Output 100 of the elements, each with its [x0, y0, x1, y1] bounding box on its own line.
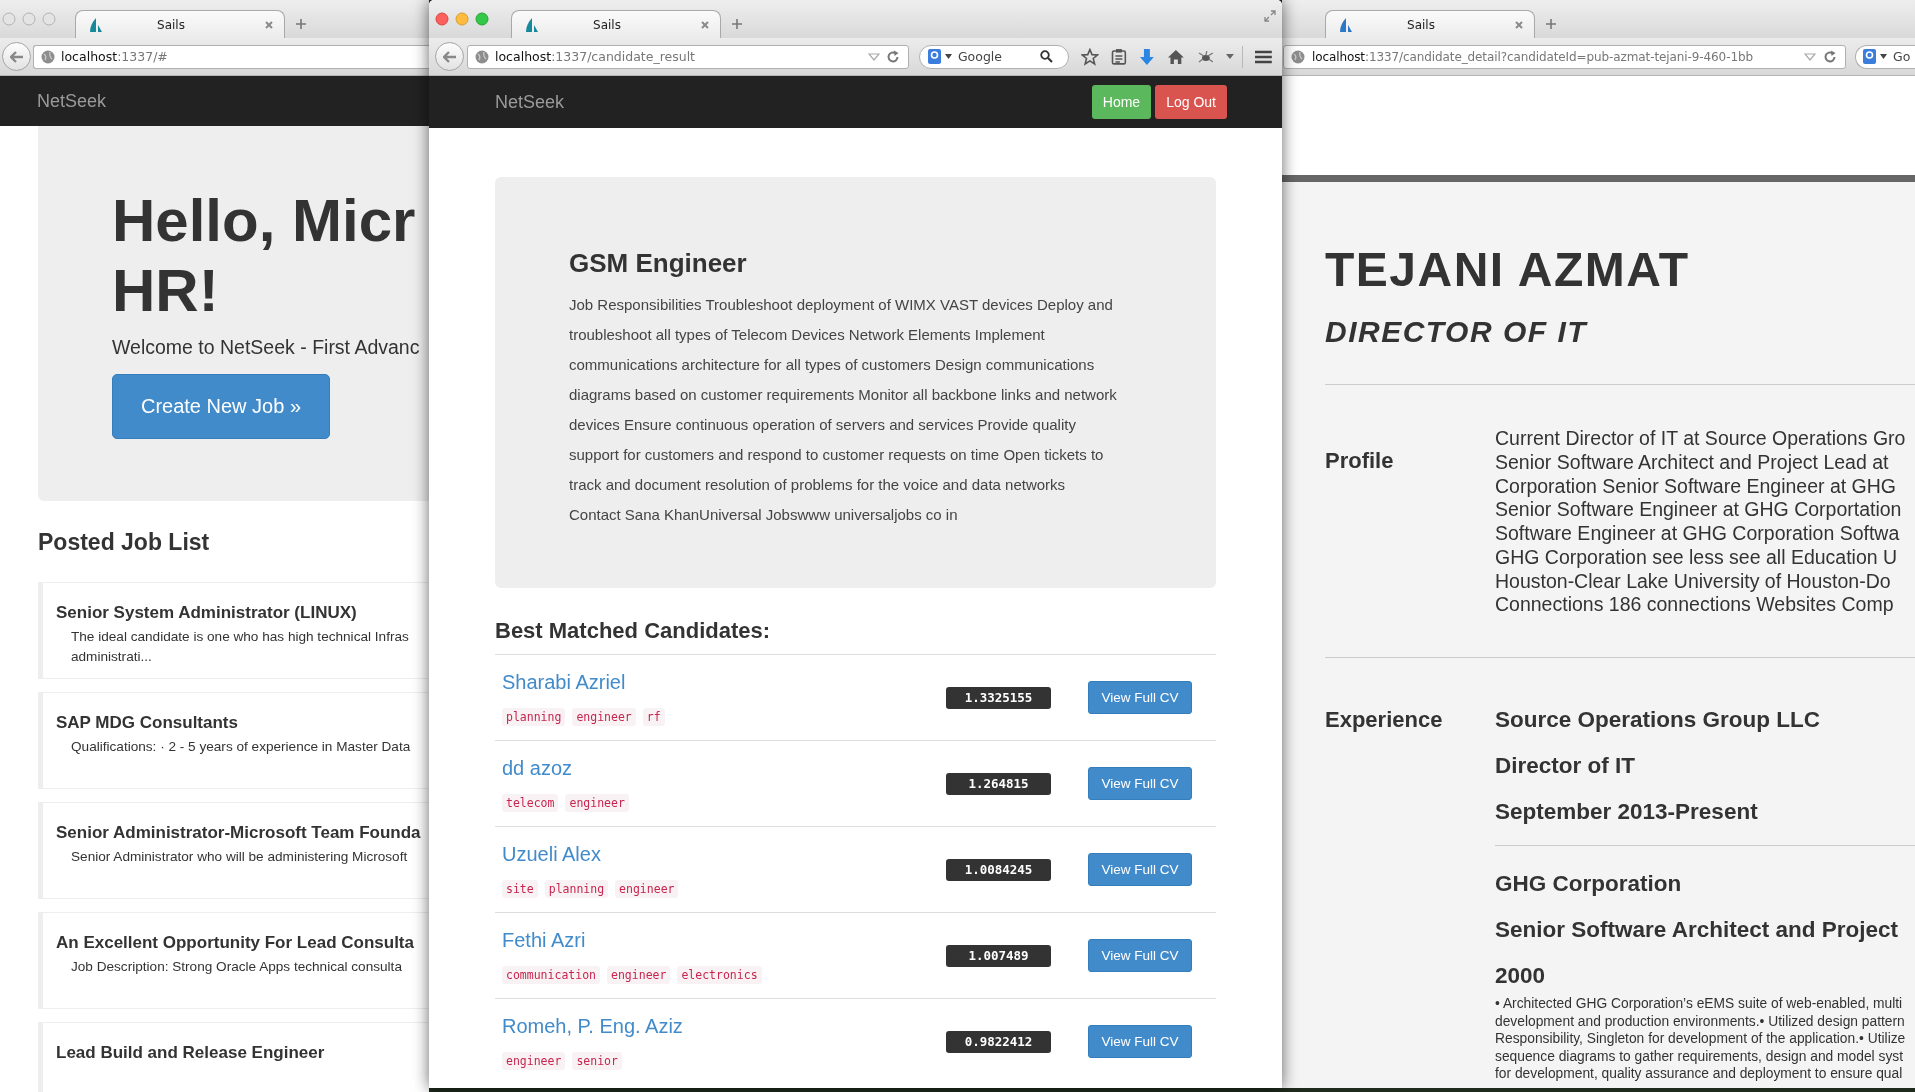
company-name: GHG Corporation: [1495, 870, 1683, 898]
candidate-headline: DIRECTOR OF IT: [1325, 314, 1589, 350]
search-box[interactable]: Go: [1855, 44, 1915, 69]
keyword-tag: engineer: [572, 707, 636, 726]
candidate-link[interactable]: Fethi Azri: [502, 927, 586, 952]
keyword-tag: engineer: [565, 793, 629, 812]
view-cv-button[interactable]: View Full CV: [1088, 767, 1192, 800]
brand-link[interactable]: NetSeek: [495, 91, 565, 113]
fullscreen-icon[interactable]: [1264, 10, 1276, 22]
address-field[interactable]: localhost:1337/candidate_detail?candidateId=pub-azmat-tejani-9-460-1bb: [1283, 44, 1846, 69]
job-description: Senior Administrator who will be administering Microsoft: [71, 848, 409, 866]
profile-text: Current Director of IT at Source Operations Gro Senior Software Architect and Project Lead at Corporation Senior Software Engineer at GHG Senior Software Engineer at GHG Corportation Software Engineer at GHG Corporation Softwa GHG Corporation see less see all Education U Houston-Clear Lake University of Houston-Do Connections 186 connections Websites Comp: [1495, 427, 1907, 617]
star-icon[interactable]: [1081, 47, 1100, 66]
browser-tab[interactable]: Sails: [75, 10, 285, 38]
job-description: Job Responsibilities Troubleshoot deployment of WIMX VAST devices Deploy and troubleshoot all types of Telecom Devices Network Elements Implement communications architecture for all types of customers Design communications diagrams based on customer requirements Monitor all backbone links and network devices Ensure continuous operation of servers and services Provide quality support for customers and respond to customer requests on time Open tickets to track and document resolution of problems for the voice and data networks Contact Sana KhanUniversal Jobswww universaljobs co in: [569, 295, 1117, 525]
new-tab-icon[interactable]: [295, 18, 307, 30]
sail-icon: [88, 16, 104, 33]
search-input[interactable]: Go: [1891, 49, 1915, 64]
sail-icon: [524, 16, 540, 33]
back-button[interactable]: [2, 42, 31, 71]
search-icon[interactable]: [1039, 50, 1053, 63]
clipboard-icon[interactable]: [1111, 48, 1127, 65]
dropdown-icon[interactable]: [1804, 52, 1816, 61]
dropdown-icon[interactable]: [867, 52, 880, 61]
view-cv-button[interactable]: View Full CV: [1088, 681, 1192, 714]
sail-icon: [1338, 16, 1354, 33]
section-label: Profile: [1325, 449, 1395, 475]
search-input[interactable]: Google: [955, 49, 1036, 64]
candidate-name: TEJANI AZMAT: [1325, 242, 1691, 298]
window-controls[interactable]: [435, 12, 491, 26]
address-field[interactable]: localhost:1337/#: [33, 44, 429, 69]
keyword-tag: engineer: [607, 965, 671, 984]
globe-icon: [1291, 49, 1305, 64]
score-badge: 1.3325155: [946, 686, 1051, 709]
job-description: The ideal candidate is one who has high technical Infras administrati...: [71, 628, 410, 666]
role-description: • Architected GHG Corporation’s eEMS suite of web-enabled, multi development and production environments.• Utilized design pattern Responsibility, Singleton for development of the application.• Utilize sequence diagrams to gather requirements, design and model syst for development, quality assurance and deployment to ensure qual: [1495, 995, 1907, 1083]
caret-icon: [944, 54, 952, 59]
job-title: Lead Build and Release Engineer: [56, 1043, 326, 1063]
close-icon[interactable]: [264, 19, 274, 30]
score-badge: 1.007489: [946, 944, 1051, 967]
job-role: Director of IT: [1495, 752, 1636, 780]
back-button[interactable]: [435, 42, 464, 71]
hero-heading: Hello, Micr HR!: [112, 186, 417, 326]
job-title: GSM Engineer: [569, 247, 748, 279]
job-title: An Excellent Opportunity For Lead Consulta: [56, 933, 415, 953]
date-range: 2000: [1495, 962, 1547, 990]
job-description: Qualifications: · 2 - 5 years of experience in Master Data: [71, 738, 412, 756]
caret-icon[interactable]: [1226, 54, 1235, 59]
caret-icon: [1880, 54, 1887, 59]
home-icon[interactable]: [1166, 48, 1185, 65]
candidate-link[interactable]: dd azoz: [502, 755, 573, 780]
insect-icon[interactable]: [1196, 49, 1215, 64]
view-cv-button[interactable]: View Full CV: [1088, 1025, 1192, 1058]
globe-icon: [475, 49, 489, 64]
brand-link[interactable]: NetSeek: [37, 90, 107, 112]
score-badge: 1.0084245: [946, 858, 1051, 881]
keyword-tag: communication: [502, 965, 600, 984]
keyword-tag: planning: [502, 707, 566, 726]
close-icon[interactable]: [1514, 19, 1524, 30]
job-description: Job Description: Strong Oracle Apps technical consulta: [71, 958, 403, 976]
keyword-tag: site: [502, 879, 538, 898]
close-icon[interactable]: [700, 19, 710, 30]
job-title: Senior System Administrator (LINUX): [56, 603, 358, 623]
candidate-link[interactable]: Romeh, P. Eng. Aziz: [502, 1013, 683, 1038]
keyword-tag: rf: [642, 707, 665, 726]
new-tab-icon[interactable]: [1545, 18, 1557, 30]
keyword-tag: senior: [572, 1051, 622, 1070]
address-field[interactable]: localhost:1337/candidate_result: [467, 44, 909, 69]
browser-tab[interactable]: Sails: [511, 10, 721, 38]
search-engine-icon[interactable]: [927, 49, 941, 64]
view-cv-button[interactable]: View Full CV: [1088, 939, 1192, 972]
keyword-tag: engineer: [502, 1051, 566, 1070]
keyword-tag: telecom: [502, 793, 559, 812]
search-engine-icon[interactable]: [1863, 49, 1876, 64]
browser-tab[interactable]: Sails: [1325, 10, 1535, 38]
download-icon[interactable]: [1138, 47, 1155, 66]
globe-icon: [41, 49, 55, 64]
candidate-link[interactable]: Uzueli Alex: [502, 841, 601, 866]
job-role: Senior Software Architect and Project: [1495, 916, 1899, 944]
section-label: Experience: [1325, 706, 1444, 734]
candidate-link[interactable]: Sharabi Azriel: [502, 669, 626, 694]
create-job-button[interactable]: Create New Job »: [112, 374, 330, 439]
score-badge: 1.264815: [946, 772, 1051, 795]
back-arrow-icon: [9, 50, 24, 63]
score-badge: 0.9822412: [946, 1030, 1051, 1053]
date-range: September 2013-Present: [1495, 798, 1759, 826]
menu-icon[interactable]: [1255, 49, 1272, 64]
nav-button[interactable]: Log Out: [1155, 85, 1227, 119]
back-arrow-icon: [442, 50, 457, 63]
search-box[interactable]: Google: [918, 44, 1070, 69]
view-cv-button[interactable]: View Full CV: [1088, 853, 1192, 886]
keyword-tag: engineer: [615, 879, 679, 898]
reload-icon[interactable]: [885, 49, 900, 64]
new-tab-icon[interactable]: [731, 18, 743, 30]
section-heading: Posted Job List: [38, 529, 211, 556]
job-title: SAP MDG Consultants: [56, 713, 239, 733]
company-name: Source Operations Group LLC: [1495, 706, 1822, 734]
section-heading: Best Matched Candidates:: [495, 618, 772, 644]
keyword-tag: planning: [544, 879, 609, 898]
reload-icon[interactable]: [1823, 49, 1837, 64]
